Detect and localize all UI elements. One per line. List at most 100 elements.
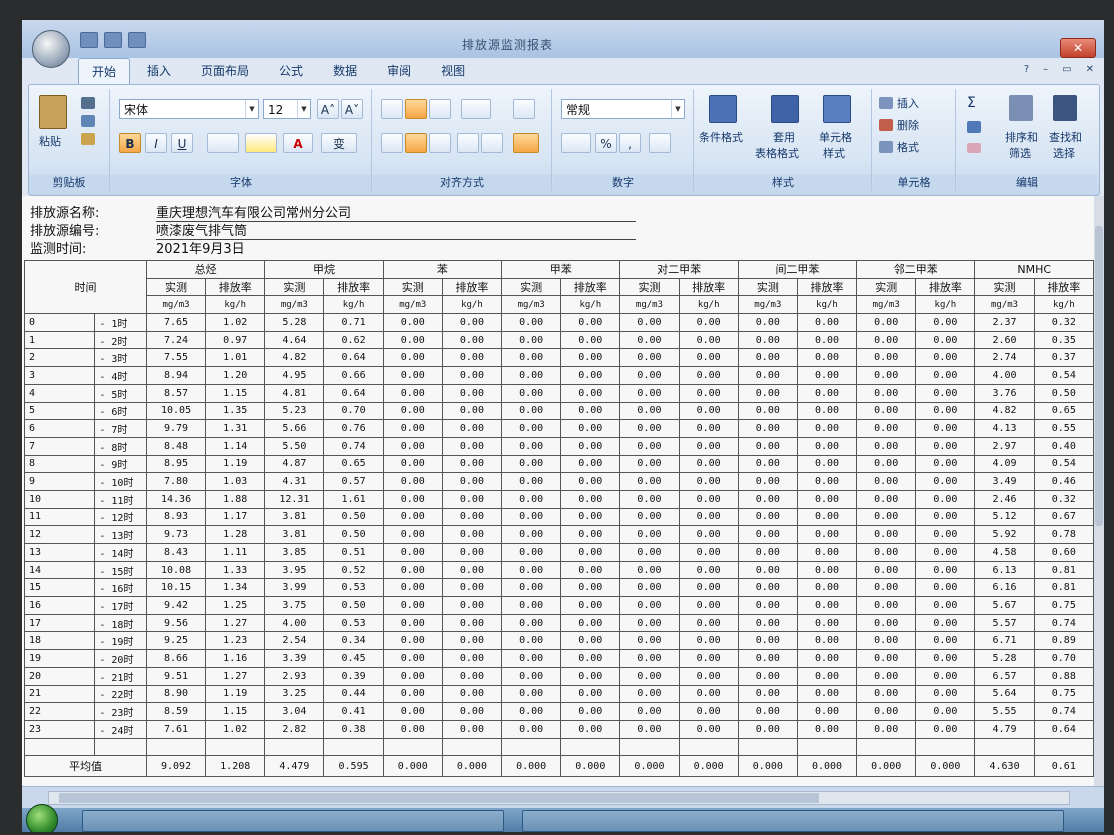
hour-end-cell[interactable]: - 16时 — [94, 578, 147, 598]
pollutant-header[interactable]: 总烃 — [145, 260, 266, 279]
increase-indent-icon[interactable] — [481, 133, 503, 153]
value-cell[interactable]: 0.00 — [915, 507, 976, 527]
value-cell[interactable]: 0.00 — [382, 578, 443, 598]
value-cell[interactable]: 0.00 — [737, 578, 798, 598]
average-cell[interactable]: 0.000 — [441, 755, 503, 778]
value-cell[interactable]: 7.80 — [145, 472, 207, 491]
shrink-font-button[interactable]: A˅ — [341, 99, 363, 119]
value-cell[interactable]: 0.00 — [382, 666, 443, 686]
value-cell[interactable]: 0.00 — [560, 525, 621, 544]
measured-header[interactable]: 实测 — [856, 277, 917, 297]
unit-measured[interactable]: mg/m3 — [737, 295, 798, 315]
unit-rate[interactable]: kg/h — [560, 295, 621, 315]
paste-button[interactable]: 粘贴 — [39, 133, 61, 149]
unit-measured[interactable]: mg/m3 — [501, 295, 562, 315]
hour-end-cell[interactable]: - 2时 — [94, 330, 147, 350]
unit-rate[interactable]: kg/h — [323, 295, 384, 315]
value-cell[interactable]: 0.00 — [619, 525, 680, 544]
value-cell[interactable]: 0.00 — [796, 454, 858, 474]
value-cell[interactable]: 0.00 — [619, 578, 680, 598]
value-cell[interactable]: 0.00 — [796, 719, 858, 739]
value-cell[interactable]: 0.00 — [619, 666, 680, 686]
rate-header[interactable]: 排放率 — [1033, 277, 1094, 297]
rate-header[interactable]: 排放率 — [441, 277, 503, 297]
value-cell[interactable]: 0.00 — [501, 366, 562, 385]
value-cell[interactable]: 0.00 — [441, 436, 503, 456]
hour-end-cell[interactable]: - 1时 — [94, 313, 147, 332]
value-cell[interactable]: 0.65 — [323, 454, 384, 474]
value-cell[interactable]: 0.00 — [796, 507, 858, 527]
value-cell[interactable]: 0.70 — [1033, 649, 1094, 668]
value-cell[interactable]: 0.00 — [560, 702, 621, 721]
value-cell[interactable]: 0.00 — [382, 507, 443, 527]
value-cell[interactable]: 0.00 — [619, 383, 680, 403]
value-cell[interactable]: 0.00 — [737, 507, 798, 527]
value-cell[interactable]: 0.00 — [737, 525, 798, 544]
value-cell[interactable]: 7.55 — [145, 348, 207, 368]
hour-start-cell[interactable]: 14 — [23, 560, 96, 580]
value-cell[interactable]: 0.00 — [619, 401, 680, 421]
value-cell[interactable]: 9.42 — [145, 596, 207, 615]
value-cell[interactable]: 8.94 — [145, 366, 207, 385]
clear-icon[interactable] — [967, 143, 981, 153]
value-cell[interactable]: 7.24 — [145, 330, 207, 350]
value-cell[interactable]: 0.00 — [678, 596, 739, 615]
value-cell[interactable]: 0.00 — [501, 525, 562, 544]
value-cell[interactable]: 4.64 — [264, 330, 325, 350]
binoculars-icon[interactable] — [1053, 95, 1077, 121]
value-cell[interactable]: 0.00 — [737, 401, 798, 421]
rate-header[interactable]: 排放率 — [323, 277, 384, 297]
value-cell[interactable]: 0.65 — [1033, 401, 1094, 421]
value-cell[interactable]: 0.00 — [678, 348, 739, 368]
value-cell[interactable]: 0.00 — [796, 489, 858, 509]
value-cell[interactable]: 0.00 — [619, 313, 680, 332]
value-cell[interactable]: 0.00 — [856, 578, 917, 598]
value-cell[interactable]: 0.00 — [915, 543, 976, 562]
value-cell[interactable]: 0.00 — [915, 525, 976, 544]
value-cell[interactable]: 0.00 — [796, 419, 858, 438]
value-cell[interactable]: 0.00 — [856, 507, 917, 527]
value-cell[interactable]: 0.71 — [323, 313, 384, 332]
value-cell[interactable]: 0.00 — [856, 436, 917, 456]
empty-cell[interactable] — [974, 737, 1035, 757]
value-cell[interactable]: 0.60 — [1033, 543, 1094, 562]
scroll-thumb[interactable] — [1095, 226, 1103, 526]
measured-header[interactable]: 实测 — [974, 277, 1035, 297]
value-cell[interactable]: 0.00 — [678, 649, 739, 668]
value-cell[interactable]: 0.00 — [737, 649, 798, 668]
value-cell[interactable]: 0.00 — [619, 596, 680, 615]
average-cell[interactable]: 0.000 — [619, 755, 680, 778]
average-cell[interactable]: 0.595 — [323, 755, 384, 778]
pollutant-header[interactable]: 苯 — [382, 260, 503, 279]
value-cell[interactable]: 5.28 — [974, 649, 1035, 668]
value-cell[interactable]: 0.88 — [1033, 666, 1094, 686]
unit-rate[interactable]: kg/h — [678, 295, 739, 315]
empty-cell[interactable] — [94, 737, 147, 757]
value-cell[interactable]: 0.00 — [796, 401, 858, 421]
value-cell[interactable]: 0.00 — [737, 596, 798, 615]
merge-center-icon[interactable] — [513, 133, 539, 153]
value-cell[interactable]: 0.53 — [323, 613, 384, 633]
value-cell[interactable]: 2.37 — [974, 313, 1035, 332]
align-middle-icon[interactable] — [405, 99, 427, 119]
value-cell[interactable]: 0.37 — [1033, 348, 1094, 368]
value-cell[interactable]: 3.99 — [264, 578, 325, 598]
value-cell[interactable]: 1.15 — [205, 383, 266, 403]
value-cell[interactable]: 0.00 — [737, 719, 798, 739]
average-cell[interactable]: 9.092 — [145, 755, 207, 778]
value-cell[interactable]: 8.43 — [145, 543, 207, 562]
value-cell[interactable]: 0.00 — [382, 436, 443, 456]
hour-end-cell[interactable]: - 8时 — [94, 436, 147, 456]
measured-header[interactable]: 实测 — [737, 277, 798, 297]
value-cell[interactable]: 0.75 — [1033, 684, 1094, 704]
value-cell[interactable]: 4.09 — [974, 454, 1035, 474]
value-cell[interactable]: 0.00 — [382, 330, 443, 350]
value-cell[interactable]: 0.00 — [796, 684, 858, 704]
value-cell[interactable]: 0.00 — [619, 472, 680, 491]
close-button[interactable]: ✕ — [1060, 38, 1096, 58]
hour-end-cell[interactable]: - 7时 — [94, 419, 147, 438]
hour-start-cell[interactable]: 12 — [23, 525, 96, 544]
value-cell[interactable]: 3.39 — [264, 649, 325, 668]
value-cell[interactable]: 0.00 — [382, 702, 443, 721]
value-cell[interactable]: 0.00 — [619, 560, 680, 580]
